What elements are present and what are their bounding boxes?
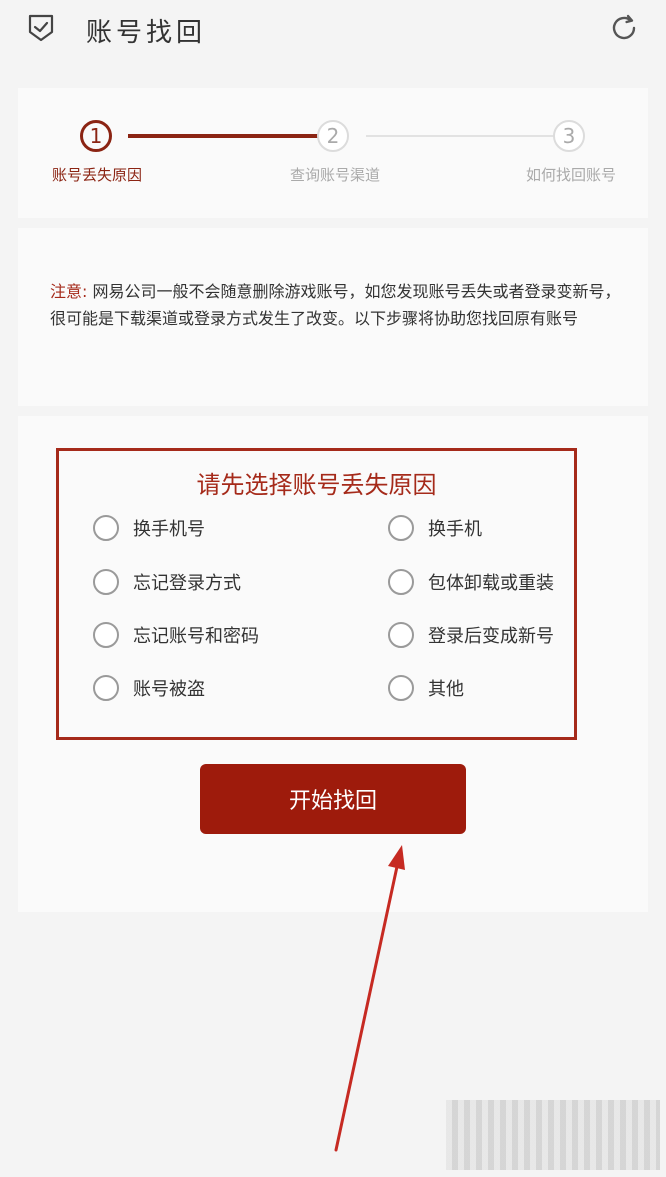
progress-steps: 1 2 3 账号丢失原因 查询账号渠道 如何找回账号 [18, 88, 648, 218]
option-forgot-account-password[interactable]: 忘记账号和密码 [93, 620, 259, 650]
step-1-circle: 1 [80, 120, 112, 152]
option-change-phone-number[interactable]: 换手机号 [93, 513, 205, 543]
option-label: 换手机 [428, 519, 482, 540]
step-2-label: 查询账号渠道 [290, 166, 381, 184]
radio-button[interactable] [388, 515, 414, 541]
notice-card: 注意: 网易公司一般不会随意删除游戏账号，如您发现账号丢失或者登录变新号，很可能… [18, 228, 648, 406]
notice-body: 网易公司一般不会随意删除游戏账号，如您发现账号丢失或者登录变新号，很可能是下载渠… [50, 282, 621, 328]
option-label: 账号被盗 [133, 679, 205, 700]
step-connector-active [128, 134, 336, 138]
app-header: 账号找回 [0, 0, 666, 60]
radio-button[interactable] [388, 675, 414, 701]
notice-label: 注意: [50, 282, 88, 301]
shield-check-icon [28, 14, 54, 42]
radio-button[interactable] [93, 515, 119, 541]
option-label: 登录后变成新号 [428, 626, 554, 647]
radio-button[interactable] [388, 569, 414, 595]
reason-form: 请先选择账号丢失原因 换手机号 换手机 忘记登录方式 包体卸载或重装 忘记账号和… [18, 416, 648, 912]
notice-text: 注意: 网易公司一般不会随意删除游戏账号，如您发现账号丢失或者登录变新号，很可能… [50, 278, 622, 332]
step-1-label: 账号丢失原因 [52, 166, 143, 184]
option-label: 换手机号 [133, 519, 205, 540]
reason-selection-box: 请先选择账号丢失原因 换手机号 换手机 忘记登录方式 包体卸载或重装 忘记账号和… [56, 448, 577, 740]
start-recovery-button[interactable]: 开始找回 [200, 764, 466, 834]
option-account-stolen[interactable]: 账号被盗 [93, 673, 205, 703]
option-change-phone[interactable]: 换手机 [388, 513, 482, 543]
option-label: 包体卸载或重装 [428, 573, 554, 594]
option-label: 其他 [428, 679, 464, 700]
watermark-blur [446, 1100, 660, 1170]
step-3-label: 如何找回账号 [526, 166, 617, 184]
option-new-account-after-login[interactable]: 登录后变成新号 [388, 620, 554, 650]
option-label: 忘记账号和密码 [133, 626, 259, 647]
option-label: 忘记登录方式 [133, 573, 241, 594]
page-title: 账号找回 [86, 18, 207, 48]
radio-button[interactable] [93, 569, 119, 595]
option-reinstall-app[interactable]: 包体卸载或重装 [388, 567, 554, 597]
refresh-icon[interactable] [608, 12, 640, 44]
radio-button[interactable] [93, 622, 119, 648]
step-3-circle: 3 [553, 120, 585, 152]
radio-button[interactable] [93, 675, 119, 701]
step-2-circle: 2 [317, 120, 349, 152]
reason-title: 请先选择账号丢失原因 [196, 471, 437, 499]
step-connector-inactive [366, 135, 572, 137]
radio-button[interactable] [388, 622, 414, 648]
option-forgot-login-method[interactable]: 忘记登录方式 [93, 567, 241, 597]
option-other[interactable]: 其他 [388, 673, 464, 703]
